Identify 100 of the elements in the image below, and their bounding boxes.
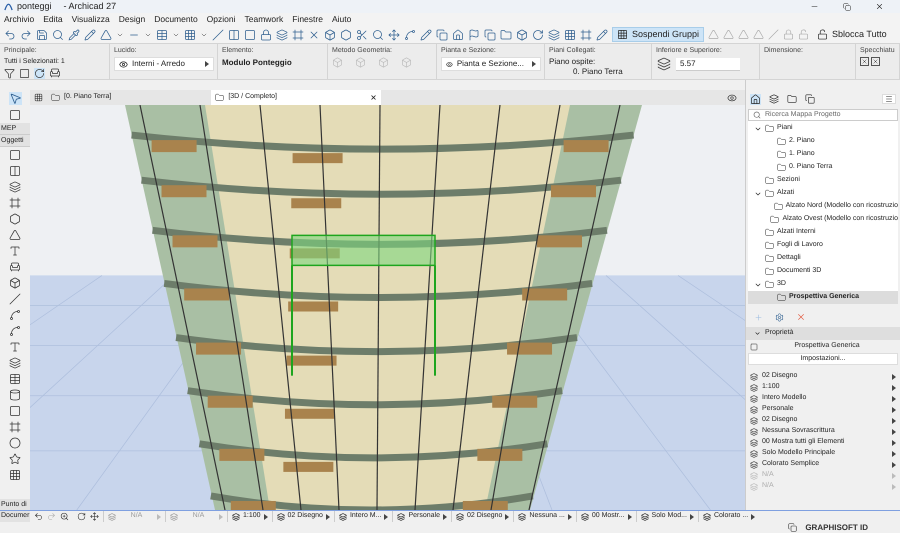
box-icon[interactable] [324, 28, 336, 40]
menu-item[interactable]: Design [118, 13, 146, 26]
menu-item[interactable]: Visualizza [72, 13, 110, 26]
menu-icon[interactable] [882, 94, 896, 104]
layers-icon [232, 512, 240, 520]
height-field[interactable]: 5.57 [676, 58, 740, 71]
slash-icon[interactable] [212, 28, 224, 40]
spline-icon[interactable] [9, 325, 21, 337]
layers-icon[interactable] [548, 28, 560, 40]
object-icon[interactable] [9, 277, 21, 289]
caret-icon [205, 61, 209, 67]
restore-icon[interactable] [843, 2, 851, 10]
lock-icon[interactable] [260, 28, 272, 40]
stack-icon[interactable] [9, 357, 21, 369]
rotate-icon[interactable] [532, 28, 544, 40]
menu-item[interactable]: Documento [154, 13, 198, 26]
caret-icon [568, 514, 572, 520]
copy-icon[interactable] [484, 28, 496, 40]
menu-item[interactable]: Aiuto [332, 13, 352, 26]
grid-icon[interactable] [184, 28, 196, 40]
caret-icon [326, 514, 330, 520]
layers-icon[interactable] [276, 28, 288, 40]
pencil-icon[interactable] [420, 28, 432, 40]
square-icon[interactable] [244, 28, 256, 40]
cylinder-icon[interactable] [9, 389, 21, 401]
search-icon[interactable] [52, 28, 64, 40]
curve-icon[interactable] [404, 28, 416, 40]
view-options-icon[interactable] [727, 92, 737, 102]
arc-icon[interactable] [9, 309, 21, 321]
close-icon[interactable] [875, 2, 884, 11]
flag-icon[interactable] [468, 28, 480, 40]
suspend-groups-button[interactable]: Sospendi Gruppi [612, 27, 704, 42]
scissors-icon[interactable] [356, 28, 368, 40]
close-tab-icon[interactable] [370, 94, 378, 101]
rotate-icon[interactable] [34, 68, 45, 78]
folder-icon [51, 93, 60, 102]
orbit-icon[interactable] [77, 512, 86, 521]
mirror-icon[interactable] [871, 57, 880, 66]
layers-icon [276, 512, 285, 520]
undo-icon[interactable] [4, 28, 16, 40]
zoom-icon[interactable] [60, 512, 69, 521]
house-icon[interactable] [452, 28, 464, 40]
grid-icon[interactable] [34, 93, 43, 102]
filter-icon[interactable] [4, 68, 15, 78]
delete-icon[interactable] [796, 312, 806, 322]
cross-icon[interactable] [308, 28, 320, 40]
hexagon-icon[interactable] [340, 28, 352, 40]
redo-icon[interactable] [20, 28, 32, 40]
pipette-icon[interactable] [68, 28, 80, 40]
menu-item[interactable]: Opzioni [206, 13, 236, 26]
table-icon[interactable] [156, 28, 168, 40]
grid-icon[interactable] [9, 469, 21, 481]
move-icon[interactable] [388, 28, 400, 40]
grid-icon[interactable] [564, 28, 576, 40]
dropdown-field[interactable]: Interni - Arredo [114, 57, 214, 71]
folder-icon [777, 163, 786, 172]
triangle-icon[interactable] [100, 28, 112, 40]
project-map-icon[interactable] [750, 94, 761, 104]
menu-item[interactable]: Finestre [292, 13, 323, 26]
folder-icon [765, 176, 774, 185]
pencil-icon[interactable] [84, 28, 96, 40]
columns-icon[interactable] [228, 28, 240, 40]
folder-icon [765, 241, 774, 250]
folder-icon [777, 137, 786, 146]
menu-item[interactable]: Teamwork [244, 13, 284, 26]
pencil-icon[interactable] [596, 28, 608, 40]
caret-icon [505, 514, 510, 520]
chair-icon[interactable] [9, 261, 21, 273]
caret-icon [751, 514, 756, 520]
caret-icon [384, 514, 388, 520]
star-icon[interactable] [9, 453, 21, 465]
dropdown-field[interactable]: Pianta e Sezione... [441, 57, 541, 71]
table-icon[interactable] [9, 373, 21, 385]
line-icon[interactable] [9, 293, 21, 305]
save-icon[interactable] [36, 28, 48, 40]
undo-icon[interactable] [34, 512, 43, 521]
menu-item[interactable]: Edita [43, 13, 63, 26]
element-name: Modulo Ponteggio [222, 57, 293, 69]
box-icon[interactable] [516, 28, 528, 40]
folder-icon [770, 215, 780, 224]
folder-icon[interactable] [500, 28, 512, 40]
3d-viewport[interactable] [30, 105, 745, 510]
arrow-tool-icon[interactable] [8, 92, 22, 105]
text-icon[interactable] [9, 341, 21, 353]
search-icon[interactable] [372, 28, 384, 40]
caret-icon [443, 514, 447, 520]
circle-icon[interactable] [9, 437, 21, 449]
caret-icon [532, 61, 536, 67]
settings-icon[interactable] [775, 312, 784, 322]
folder-icon [765, 228, 774, 237]
folder-icon [215, 93, 224, 102]
host-floor-label: Piano ospite: [549, 57, 596, 67]
folder-icon [777, 150, 786, 159]
column-icon[interactable] [9, 165, 21, 177]
unlock-all-button[interactable]: Sblocca Tutto [813, 27, 891, 42]
account-link[interactable]: GRAPHISOFT ID [805, 522, 868, 533]
mirror-icon[interactable] [860, 57, 869, 66]
copy-icon[interactable] [436, 28, 448, 40]
chair-icon[interactable] [49, 67, 61, 79]
menu-item[interactable]: Archivio [4, 13, 34, 26]
